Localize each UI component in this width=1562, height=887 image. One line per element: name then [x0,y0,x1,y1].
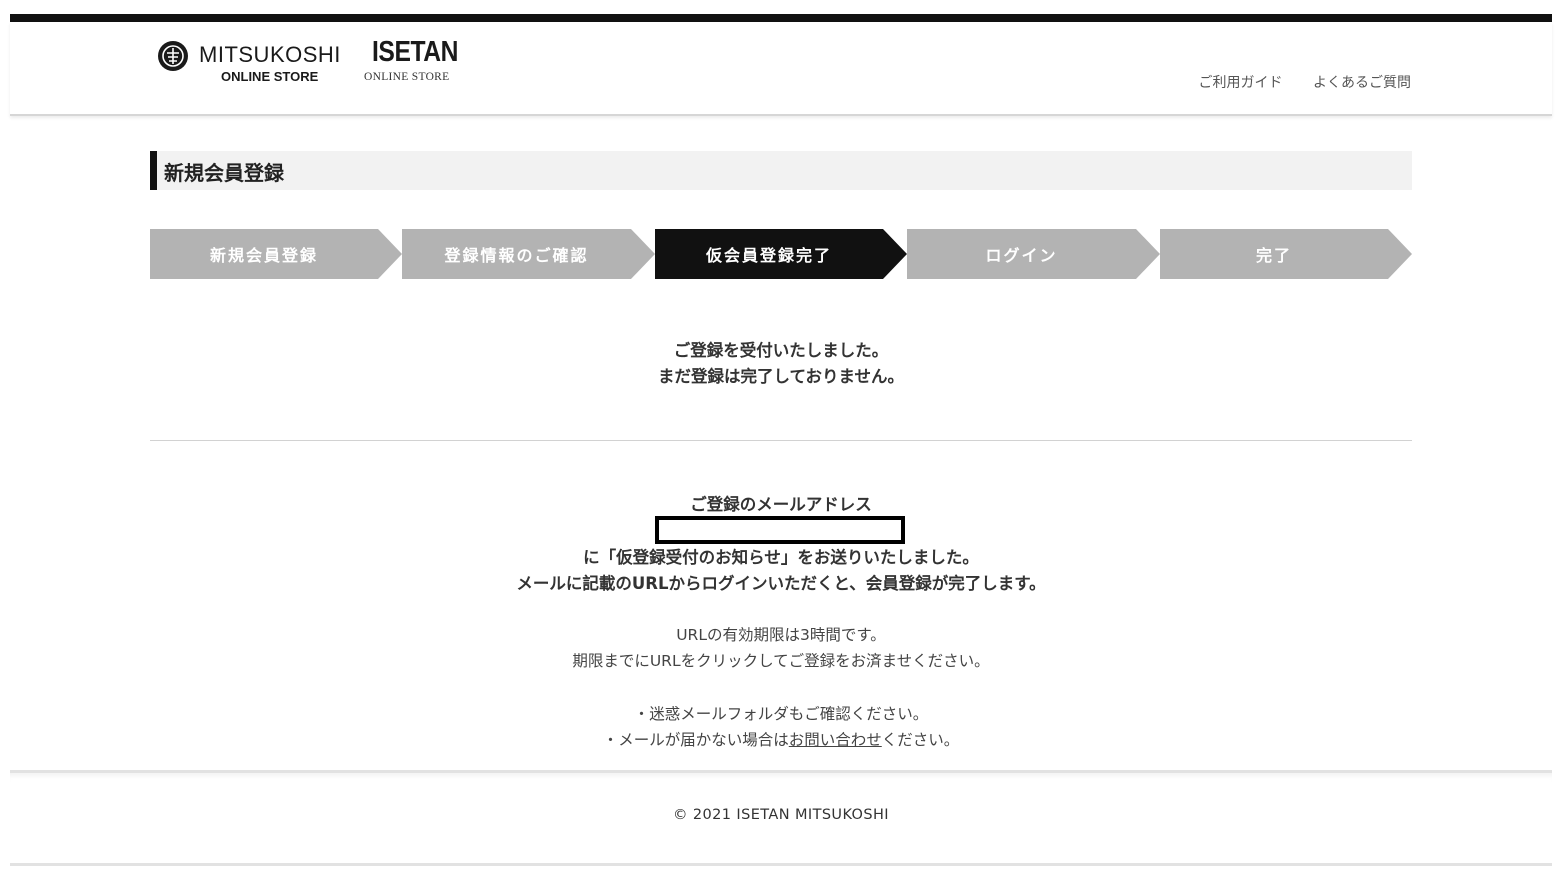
mitsukoshi-logo[interactable]: MITSUKOSHI ONLINE STORE [157,38,347,88]
email-sent-message: に「仮登録受付のお知らせ」をお送りいたしました。 メールに記載のURLからログイ… [150,545,1412,597]
step-new-registration: 新規会員登録 [150,229,402,279]
contact-link[interactable]: お問い合わせ [789,731,882,749]
contact-note-suffix: ください。 [881,731,960,749]
guide-link[interactable]: ご利用ガイド [1199,75,1283,91]
isetan-logo-subtext: ONLINE STORE [364,71,450,83]
section-divider [150,440,1412,441]
email-label: ご登録のメールアドレス [690,495,872,514]
not-complete-line: まだ登録は完了しておりません。 [657,367,904,386]
contact-note: ・メールが届かない場合はお問い合わせください。 [150,727,1412,753]
site-header: MITSUKOSHI ONLINE STORE ISETAN ONLINE ST… [10,22,1552,116]
registration-received-message: ご登録を受付いたしました。 まだ登録は完了しておりません。 [150,338,1412,390]
registered-email-display [655,516,905,544]
page-title-bar: 新規会員登録 [150,151,1412,190]
header-links: ご利用ガイド よくあるご質問 [1173,72,1411,92]
registration-steps: 新規会員登録 登録情報のご確認 仮会員登録完了 ログイン 完了 [150,229,1412,279]
expiry-instruction-line: 期限までにURLをクリックしてご登録をお済ませください。 [572,652,990,670]
step-provisional-complete: 仮会員登録完了 [655,229,907,279]
isetan-logo-text: ISETAN [372,36,459,68]
url-expiry-message: URLの有効期限は3時間です。 期限までにURLをクリックしてご登録をお済ませく… [150,622,1412,674]
copyright-text: © 2021 ISETAN MITSUKOSHI [673,807,889,823]
page-title: 新規会員登録 [164,161,284,185]
page-frame: MITSUKOSHI ONLINE STORE ISETAN ONLINE ST… [10,0,1552,887]
spam-folder-note: ・迷惑メールフォルダもご確認ください。 [633,705,929,723]
login-instruction-line: メールに記載のURLからログインいただくと、会員登録が完了します。 [516,574,1046,593]
notes: ・迷惑メールフォルダもご確認ください。 ・メールが届かない場合はお問い合わせくだ… [150,701,1412,753]
expiry-line: URLの有効期限は3時間です。 [676,626,886,644]
mitsukoshi-logo-text: MITSUKOSHI [199,42,341,67]
mitsukoshi-logo-subtext: ONLINE STORE [221,69,319,84]
mitsukoshi-emblem-icon [158,41,188,71]
step-complete: 完了 [1160,229,1412,279]
faq-link[interactable]: よくあるご質問 [1313,75,1411,91]
sent-notice-line: に「仮登録受付のお知らせ」をお送りいたしました。 [583,548,979,567]
step-confirm-info: 登録情報のご確認 [402,229,655,279]
received-line: ご登録を受付いたしました。 [673,341,889,360]
top-accent-bar [10,14,1552,22]
isetan-logo[interactable]: ISETAN ONLINE STORE [364,36,474,90]
contact-note-prefix: ・メールが届かない場合は [602,731,789,749]
step-login: ログイン [907,229,1160,279]
site-footer: © 2021 ISETAN MITSUKOSHI [10,770,1552,866]
